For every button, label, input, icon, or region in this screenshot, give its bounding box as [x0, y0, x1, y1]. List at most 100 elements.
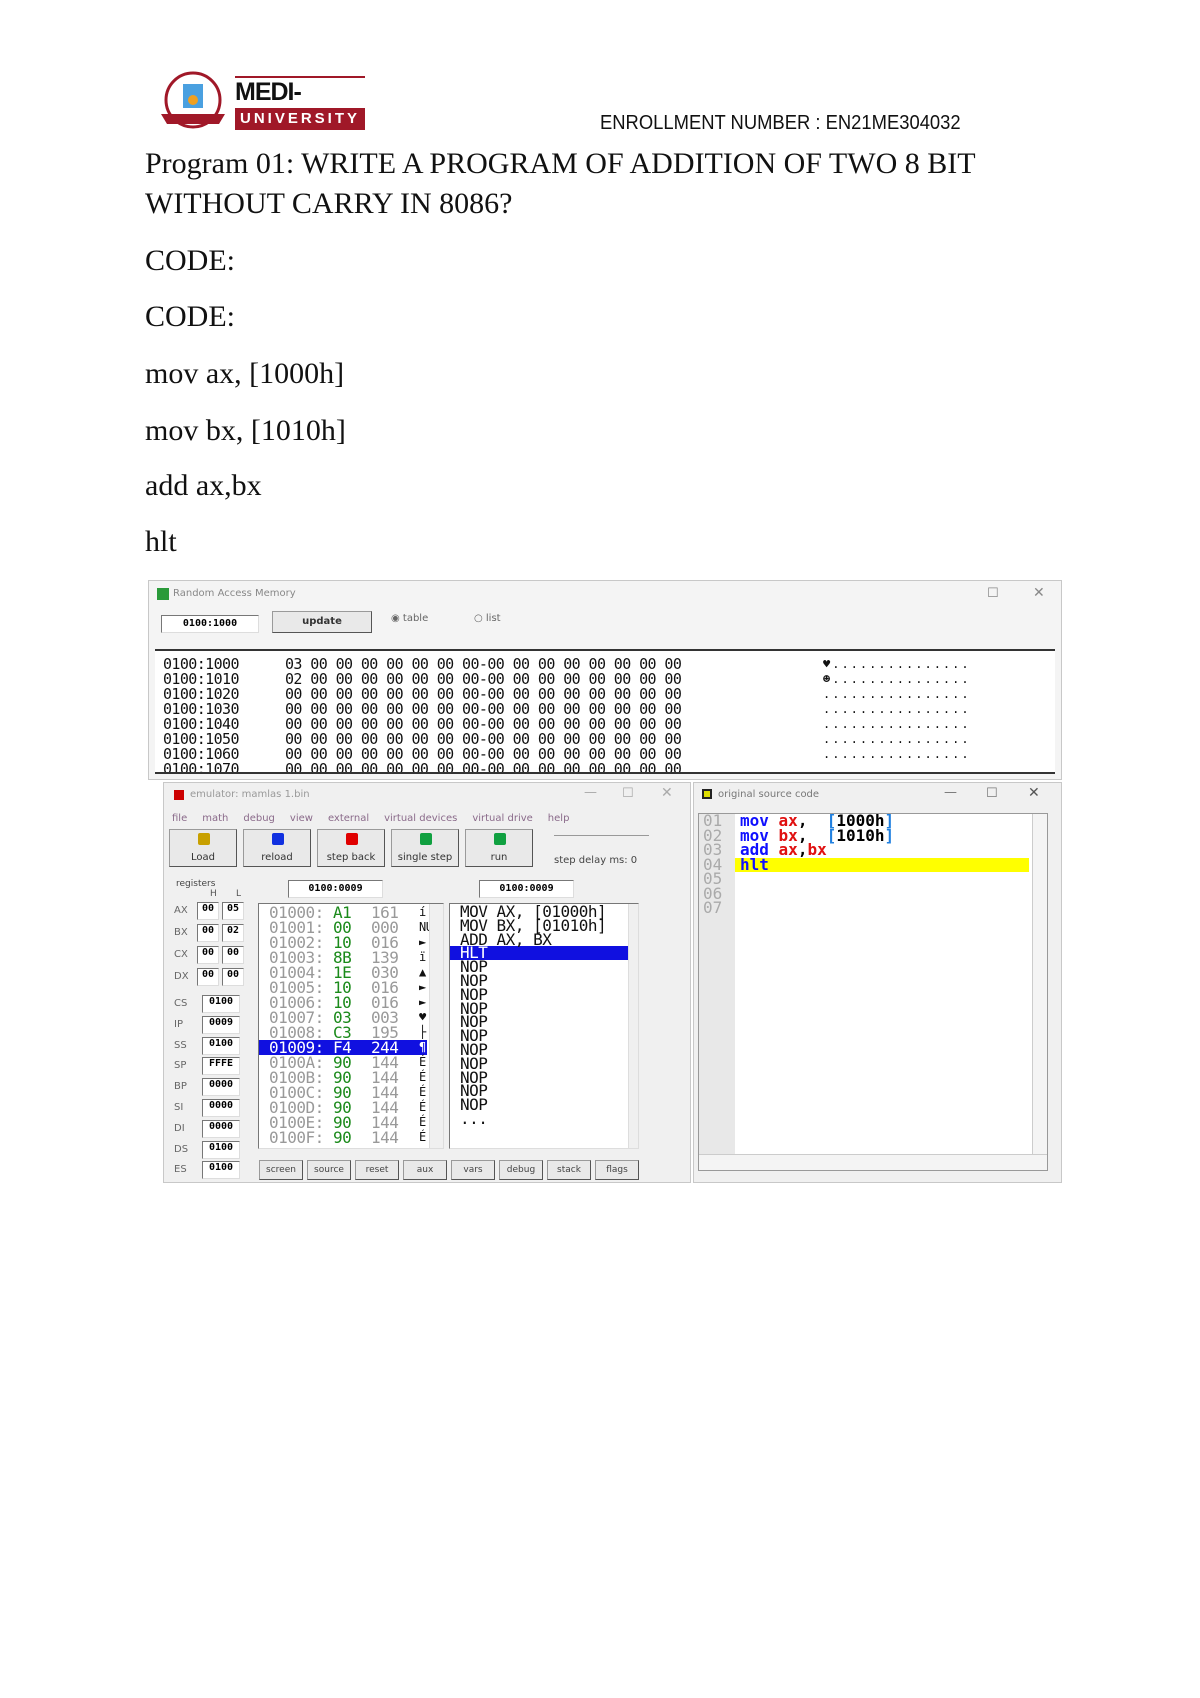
- register-ds[interactable]: 0100: [202, 1140, 240, 1159]
- menu-item-math[interactable]: math: [202, 813, 228, 824]
- memory-dec: 144: [371, 1128, 399, 1147]
- menu-bar: file math debug view external virtual devices…: [172, 813, 569, 824]
- memory-char: ►: [419, 995, 426, 1009]
- debug-button[interactable]: debug: [499, 1160, 543, 1180]
- radio-table[interactable]: ◉ table: [391, 613, 428, 624]
- source-title: original source code: [718, 789, 820, 800]
- memory-scrollbar[interactable]: [429, 904, 443, 1148]
- source-token: ,: [797, 840, 808, 859]
- radio-unchecked-icon: ○: [474, 613, 486, 624]
- ram-row-chars: ................: [823, 717, 971, 731]
- aux-button[interactable]: aux: [403, 1160, 447, 1180]
- memory-row[interactable]: 0100F: 90 144 É: [259, 1128, 427, 1147]
- flags-button[interactable]: flags: [595, 1160, 639, 1180]
- disasm-address-input[interactable]: 0100:0009: [479, 880, 574, 898]
- enrollment-number: ENROLLMENT NUMBER : EN21ME304032: [600, 112, 961, 134]
- register-label: CX: [174, 949, 188, 960]
- register-dx-h[interactable]: 00: [197, 968, 219, 986]
- ram-address-input[interactable]: 0100:1000: [161, 615, 259, 633]
- reset-button[interactable]: reset: [355, 1160, 399, 1180]
- close-button[interactable]: ✕: [661, 785, 673, 801]
- radio-list-label: list: [485, 613, 501, 624]
- memory-char: ¶: [419, 1040, 426, 1054]
- menu-item-virtual-devices[interactable]: virtual devices: [384, 813, 457, 824]
- register-ip[interactable]: 0009: [202, 1015, 240, 1034]
- ram-row-address: 0100:1070: [163, 760, 239, 774]
- memory-char: ï: [419, 950, 426, 964]
- stack-button[interactable]: stack: [547, 1160, 591, 1180]
- close-button[interactable]: ✕: [1033, 585, 1045, 601]
- register-di[interactable]: 0000: [202, 1119, 240, 1138]
- maximize-button[interactable]: ☐: [986, 786, 998, 801]
- register-bx-l[interactable]: 02: [222, 924, 244, 942]
- menu-item-debug[interactable]: debug: [243, 813, 275, 824]
- register-ax-h[interactable]: 00: [197, 902, 219, 920]
- ram-app-icon: [157, 588, 169, 600]
- emulator-window: emulator: mamlas 1.bin — ☐ ✕ file math deb…: [163, 782, 691, 1183]
- disassembly-list[interactable]: MOV AX, [01000h] MOV BX, [01010h] ADD AX, …: [449, 903, 639, 1149]
- register-ax-l[interactable]: 05: [222, 902, 244, 920]
- register-bp[interactable]: 0000: [202, 1078, 240, 1097]
- source-editor[interactable]: 01 02 03 04 05 06 07 mov ax, [1000h] mov bx, [1…: [698, 813, 1048, 1171]
- step-back-button[interactable]: step back: [317, 829, 385, 867]
- bottom-buttons: screen source reset aux vars debug stack flags: [259, 1160, 639, 1180]
- memory-address-input[interactable]: 0100:0009: [288, 880, 383, 898]
- menu-item-view[interactable]: view: [290, 813, 313, 824]
- vertical-scrollbar[interactable]: [1032, 814, 1047, 1154]
- line-number-gutter: 01 02 03 04 05 06 07: [699, 813, 735, 1170]
- register-cx-h[interactable]: 00: [197, 946, 219, 964]
- step-delay-slider[interactable]: [554, 835, 649, 845]
- memory-char: ►: [419, 935, 426, 949]
- register-dx-l[interactable]: 00: [222, 968, 244, 986]
- memory-char: ▲: [419, 965, 426, 979]
- register-es[interactable]: 0100: [202, 1161, 240, 1180]
- minimize-button[interactable]: —: [584, 785, 597, 800]
- ram-row: 0100:1070 00 00 00 00 00 00 00 00-00 00 0…: [163, 760, 682, 774]
- maximize-button[interactable]: ☐: [987, 586, 999, 601]
- minimize-button[interactable]: —: [944, 785, 957, 800]
- register-label: BX: [174, 927, 188, 938]
- folder-icon: [198, 833, 210, 845]
- menu-item-file[interactable]: file: [172, 813, 187, 824]
- load-button[interactable]: Load: [169, 829, 237, 867]
- horizontal-scrollbar[interactable]: [699, 1154, 1047, 1170]
- disassembly-row[interactable]: ...: [450, 1111, 628, 1127]
- register-label: SP: [174, 1060, 187, 1072]
- memory-char: ├: [419, 1025, 426, 1039]
- disassembly-scrollbar[interactable]: [628, 904, 638, 1148]
- reg-h-label: H: [210, 889, 217, 899]
- reload-button[interactable]: reload: [243, 829, 311, 867]
- maximize-button[interactable]: ☐: [622, 786, 634, 801]
- single-step-button[interactable]: single step: [391, 829, 459, 867]
- register-bx-h[interactable]: 00: [197, 924, 219, 942]
- register-label: IP: [174, 1018, 183, 1030]
- menu-item-help[interactable]: help: [548, 813, 570, 824]
- vars-button[interactable]: vars: [451, 1160, 495, 1180]
- memory-char: É: [419, 1115, 426, 1129]
- update-button[interactable]: update: [272, 611, 372, 633]
- register-ss[interactable]: 0100: [202, 1036, 240, 1055]
- reload-icon: [272, 833, 284, 845]
- register-cs[interactable]: 0100: [202, 995, 240, 1013]
- logo-sub: UNIVERSITY: [235, 108, 365, 130]
- program-title-line1: Program 01: WRITE A PROGRAM OF ADDITION …: [145, 147, 976, 180]
- single-step-icon: [420, 833, 432, 845]
- radio-list[interactable]: ○ list: [474, 613, 501, 624]
- register-si[interactable]: 0000: [202, 1099, 240, 1117]
- source-line[interactable]: add ax,bx: [735, 840, 1029, 859]
- register-sp[interactable]: FFFE: [202, 1057, 240, 1076]
- run-button[interactable]: run: [465, 829, 533, 867]
- source-line[interactable]: hlt: [735, 856, 1029, 872]
- step-delay-label: step delay ms: 0: [554, 855, 638, 866]
- source-button[interactable]: source: [307, 1160, 351, 1180]
- menu-item-external[interactable]: external: [328, 813, 369, 824]
- menu-item-virtual-drive[interactable]: virtual drive: [472, 813, 532, 824]
- memory-list[interactable]: 01000: A1 161 í 01001: 00 000 NU 01002: 10 016 ► 010…: [258, 903, 444, 1149]
- close-button[interactable]: ✕: [1028, 785, 1040, 801]
- toolbar-label: reload: [261, 852, 293, 863]
- run-icon: [494, 833, 506, 845]
- register-cx-l[interactable]: 00: [222, 946, 244, 964]
- screen-button[interactable]: screen: [259, 1160, 303, 1180]
- source-window: original source code — ☐ ✕ 01 02 03 04 05 06 0…: [693, 782, 1062, 1183]
- radio-table-label: table: [402, 613, 429, 624]
